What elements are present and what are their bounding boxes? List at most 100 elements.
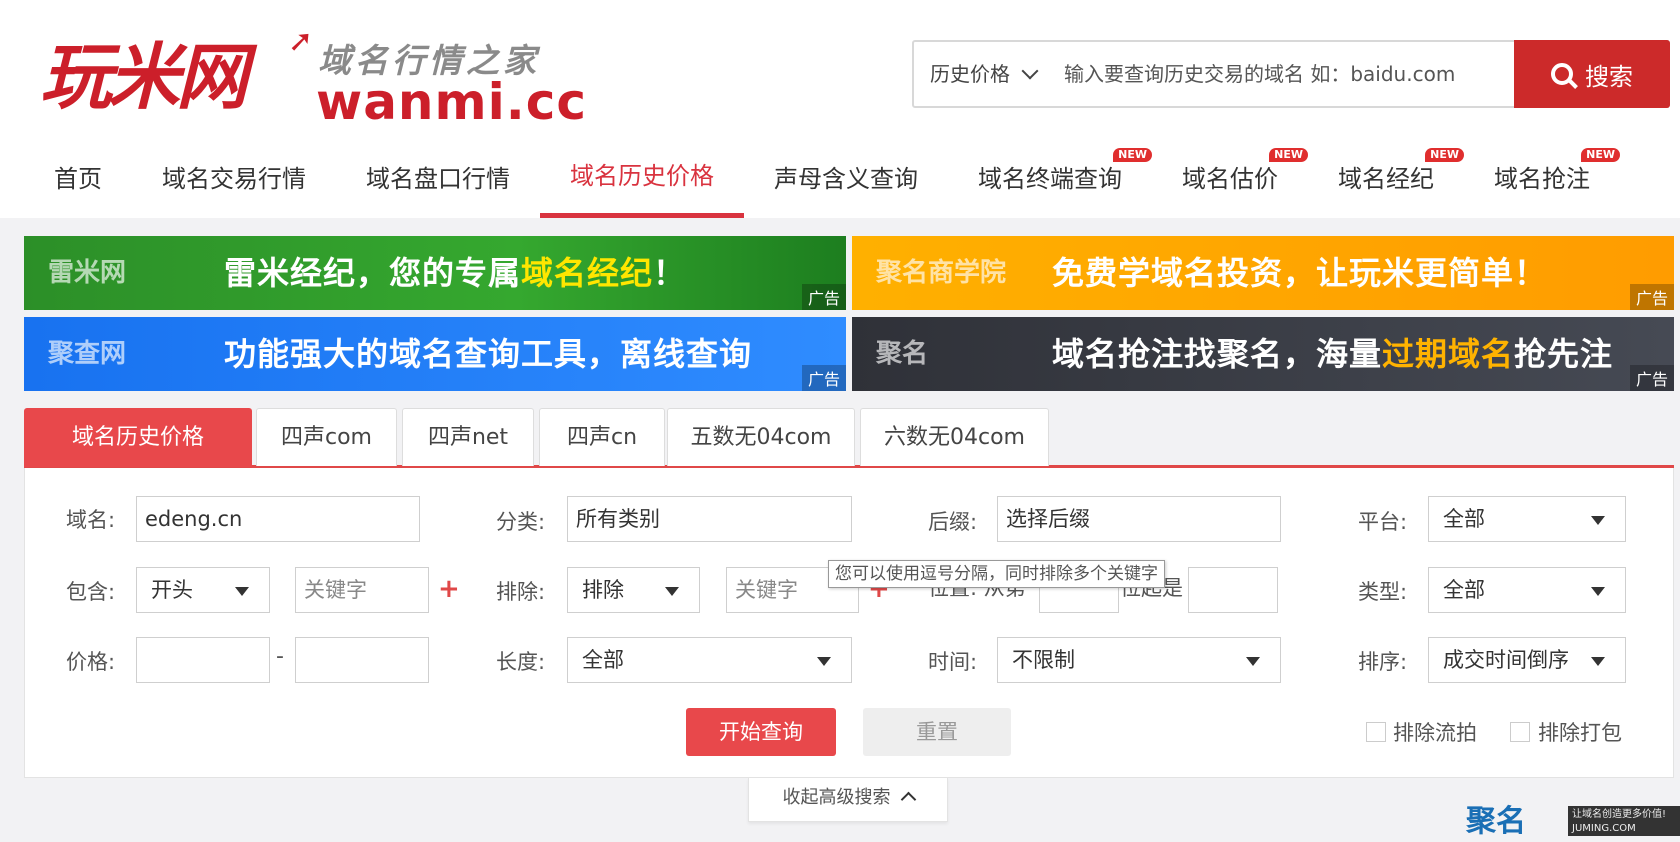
type-value: 全部 [1443, 578, 1485, 602]
suffix-input[interactable]: 选择后缀 [997, 496, 1281, 542]
nav-item-trade-market[interactable]: 域名交易行情 [132, 140, 336, 218]
new-badge: NEW [1269, 148, 1308, 162]
nav-item-label: 域名历史价格 [570, 162, 714, 190]
collapse-advanced-search-button[interactable]: 收起高级搜索 [748, 778, 948, 822]
ad-banner-leimi[interactable]: 雷米网 雷米经纪，您的专属域名经纪！ 广告 [24, 236, 846, 310]
corner-brand: 聚名 [1466, 804, 1526, 839]
chevron-down-icon [1021, 62, 1039, 80]
nav-item-broker[interactable]: 域名经纪 NEW [1308, 140, 1464, 218]
new-badge: NEW [1425, 148, 1464, 162]
nav-item-label: 域名经纪 [1338, 165, 1434, 193]
time-value: 不限制 [1012, 648, 1075, 672]
platform-label: 平台: [1358, 510, 1408, 534]
banner-text-b: ！ [653, 254, 687, 292]
header: 玩米网 ➚ 域名行情之家 wanmi.cc 历史价格 搜索 首页 域名交易行情 … [0, 0, 1680, 218]
query-tabs: 域名历史价格 四声com 四声net 四声cn 五数无04com 六数无04co… [24, 408, 1674, 468]
nav-item-label: 声母含义查询 [774, 165, 918, 193]
corner-tagline-box: 让域名创造更多价值! JUMING.COM [1568, 806, 1680, 836]
ad-banner-juming-school[interactable]: 聚名商学院 免费学域名投资，让玩米更简单！ 广告 [852, 236, 1674, 310]
search-input[interactable] [1064, 52, 1504, 96]
new-badge: NEW [1581, 148, 1620, 162]
nav-item-home[interactable]: 首页 [24, 140, 132, 218]
search-icon [1551, 63, 1573, 85]
banner-text-a: 免费学域名投资，让玩米更简单！ [1052, 254, 1548, 292]
nav-item-label: 域名盘口行情 [366, 165, 510, 193]
exclude-flow-checkbox[interactable] [1366, 722, 1386, 742]
search-button-label: 搜索 [1585, 62, 1633, 91]
search-type-value: 历史价格 [930, 62, 1010, 86]
nav-item-history-price[interactable]: 域名历史价格 [540, 140, 744, 218]
reset-button[interactable]: 重置 [863, 708, 1011, 756]
corner-site: JUMING.COM [1572, 823, 1636, 834]
search-bar: 历史价格 搜索 [912, 40, 1670, 108]
dropdown-arrow-icon [235, 587, 249, 596]
platform-select[interactable]: 全部 [1428, 496, 1626, 542]
exclude-pack-label[interactable]: 排除打包 [1538, 719, 1622, 747]
domain-label: 域名: [66, 508, 116, 532]
sort-label: 排序: [1358, 650, 1408, 674]
sort-select[interactable]: 成交时间倒序 [1428, 637, 1626, 683]
banner-text-highlight: 过期域名 [1382, 335, 1515, 373]
exclude-label: 排除: [496, 580, 546, 604]
site-logo[interactable]: 玩米网 ➚ 域名行情之家 wanmi.cc [40, 24, 586, 131]
chevron-up-icon [900, 791, 916, 808]
nav-item-label: 域名交易行情 [162, 165, 306, 193]
dropdown-arrow-icon [1591, 587, 1605, 596]
include-mode-select[interactable]: 开头 [136, 567, 270, 613]
domain-input[interactable]: edeng.cn [136, 496, 420, 542]
logo-domain: wanmi.cc [316, 73, 588, 131]
new-badge: NEW [1113, 148, 1152, 162]
nav-item-label: 域名终端查询 [978, 165, 1122, 193]
include-keyword-input[interactable]: 关键字 [295, 567, 429, 613]
price-label: 价格: [66, 650, 116, 674]
nav-item-initials-meaning[interactable]: 声母含义查询 [744, 140, 948, 218]
time-label: 时间: [928, 650, 978, 674]
banner-logo: 聚名 [876, 339, 929, 369]
dropdown-arrow-icon [1246, 657, 1260, 666]
tab-five-digits-com[interactable]: 五数无04com [667, 408, 855, 466]
dropdown-arrow-icon [1591, 657, 1605, 666]
start-query-button[interactable]: 开始查询 [686, 708, 836, 756]
nav-item-label: 首页 [54, 165, 102, 193]
time-select[interactable]: 不限制 [997, 637, 1281, 683]
nav-item-terminal-query[interactable]: 域名终端查询 NEW [948, 140, 1152, 218]
tab-four-initials-net[interactable]: 四声net [402, 408, 534, 466]
search-type-select[interactable]: 历史价格 [930, 42, 1039, 106]
banner-text-a: 域名抢注找聚名，海量 [1052, 335, 1383, 373]
position-value-input[interactable] [1188, 567, 1278, 613]
collapse-label: 收起高级搜索 [782, 787, 891, 808]
nav-item-backorder[interactable]: 域名抢注 NEW [1464, 140, 1620, 218]
exclude-pack-checkbox[interactable] [1510, 722, 1530, 742]
price-max-input[interactable] [295, 637, 429, 683]
tab-four-initials-com[interactable]: 四声com [256, 408, 397, 466]
ad-label: 广告 [801, 365, 846, 391]
ad-banner-juming[interactable]: 聚名 域名抢注找聚名，海量过期域名抢先注册！ 广告 [852, 317, 1674, 391]
add-include-keyword-button[interactable]: + [438, 574, 460, 604]
length-select[interactable]: 全部 [567, 637, 852, 683]
exclude-mode-select[interactable]: 排除 [567, 567, 700, 613]
type-select[interactable]: 全部 [1428, 567, 1626, 613]
exclude-mode-value: 排除 [582, 578, 624, 602]
logo-arrow-icon: ➚ [288, 24, 314, 59]
ad-label: 广告 [1629, 365, 1674, 391]
nav-item-listing-market[interactable]: 域名盘口行情 [336, 140, 540, 218]
tab-four-initials-cn[interactable]: 四声cn [539, 408, 665, 466]
ad-banner-jucha[interactable]: 聚查网 功能强大的域名查询工具，离线查询 广告 [24, 317, 846, 391]
banner-logo: 雷米网 [48, 258, 127, 288]
suffix-label: 后缀: [928, 510, 978, 534]
banner-text: 雷米经纪，您的专属域名经纪！ [224, 236, 686, 310]
category-input[interactable]: 所有类别 [567, 496, 852, 542]
search-button[interactable]: 搜索 [1514, 40, 1670, 108]
length-value: 全部 [582, 648, 624, 672]
price-min-input[interactable] [136, 637, 270, 683]
tab-history-price[interactable]: 域名历史价格 [24, 408, 252, 467]
nav-item-label: 域名估价 [1182, 165, 1278, 193]
nav-item-appraisal[interactable]: 域名估价 NEW [1152, 140, 1308, 218]
banner-text-a: 雷米经纪，您的专属 [224, 254, 522, 292]
juming-float-ad[interactable]: 聚名 让域名创造更多价值! JUMING.COM [1466, 802, 1680, 839]
exclude-flow-label[interactable]: 排除流拍 [1393, 719, 1477, 747]
main-nav: 首页 域名交易行情 域名盘口行情 域名历史价格 声母含义查询 域名终端查询 NEW… [24, 140, 1620, 218]
ad-label: 广告 [801, 284, 846, 310]
tab-six-digits-com[interactable]: 六数无04com [860, 408, 1049, 466]
corner-tagline: 让域名创造更多价值! [1572, 809, 1667, 820]
